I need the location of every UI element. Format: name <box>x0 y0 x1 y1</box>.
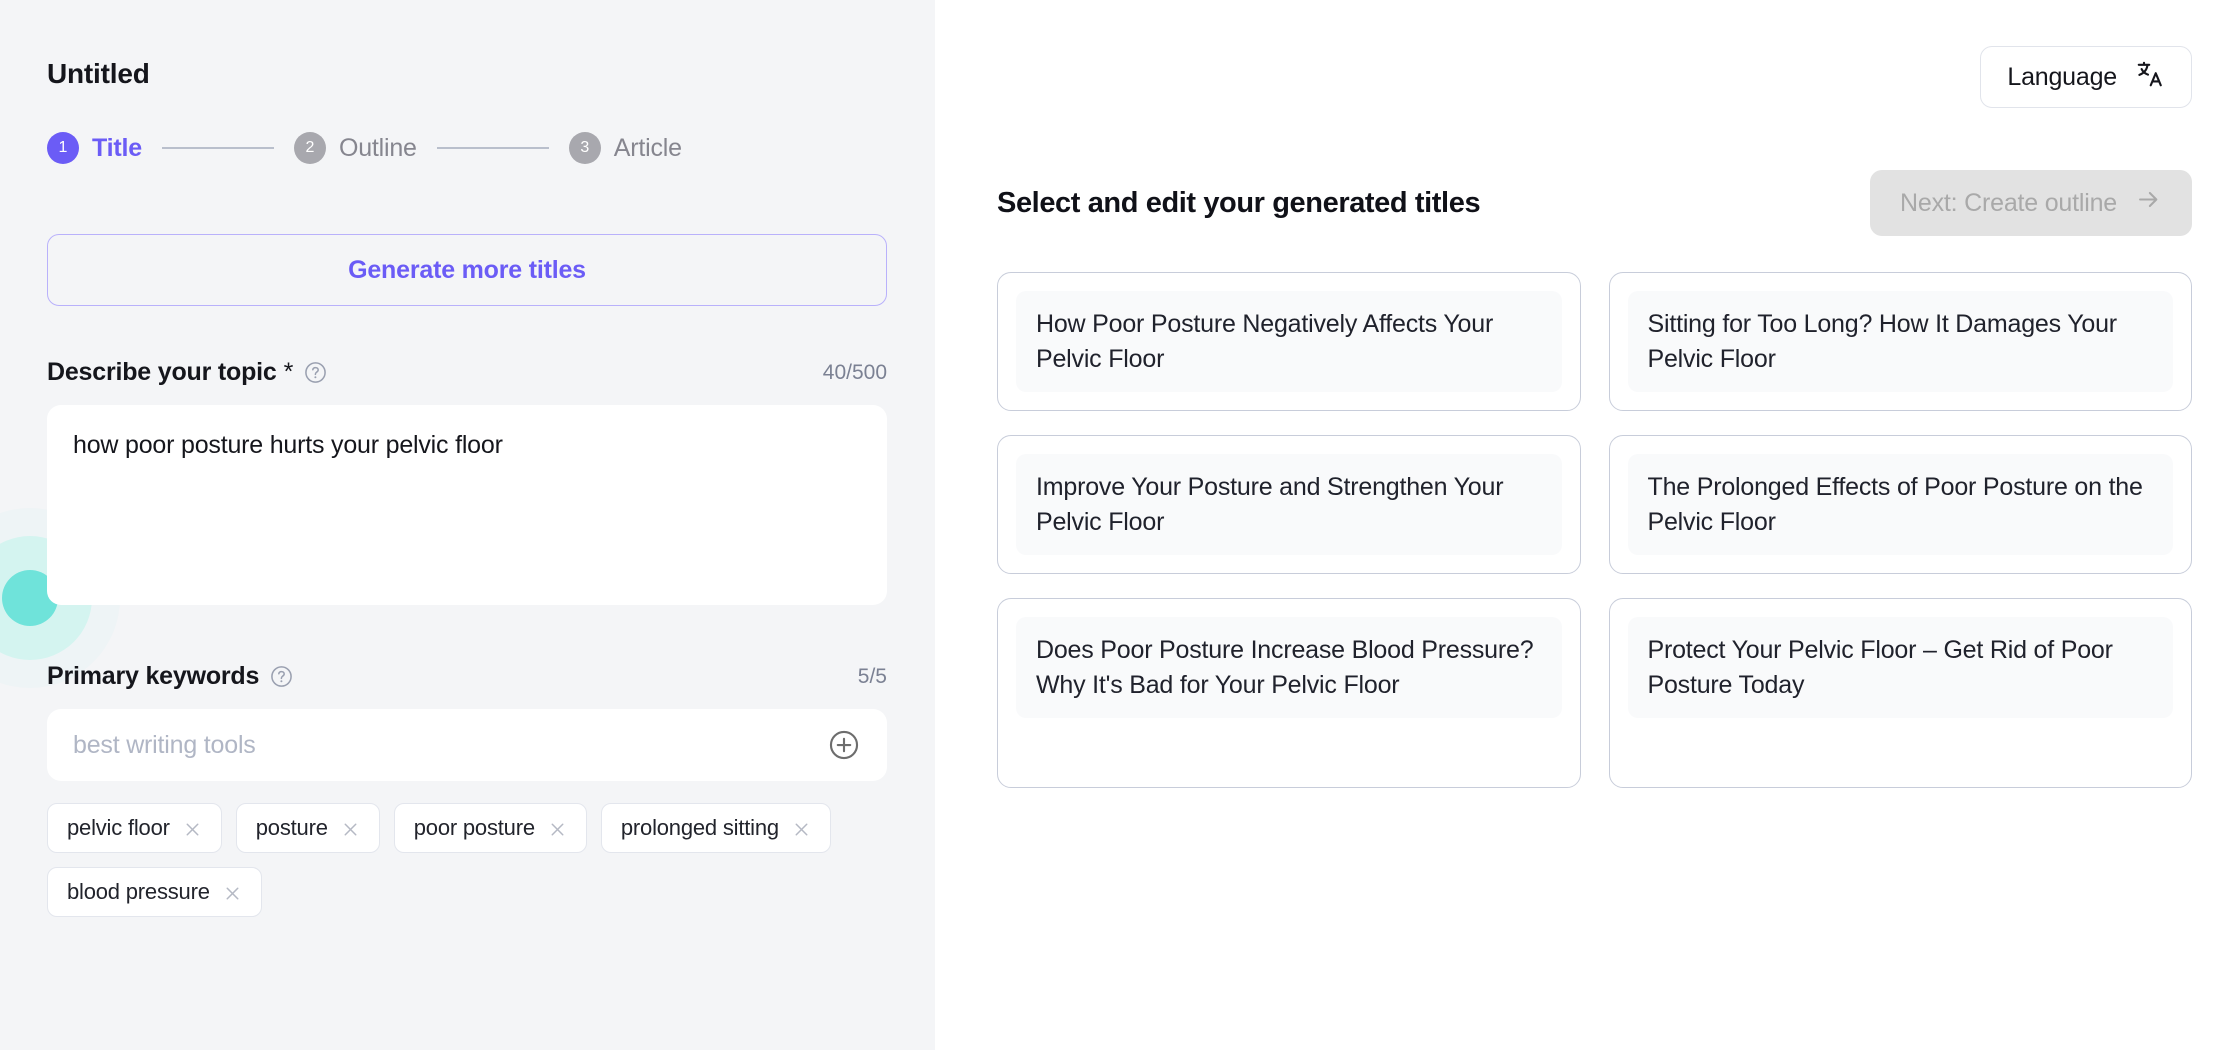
title-card-text: Sitting for Too Long? How It Damages You… <box>1627 291 2173 392</box>
title-card[interactable]: Does Poor Posture Increase Blood Pressur… <box>997 598 1581 788</box>
title-card-text: How Poor Posture Negatively Affects Your… <box>1016 291 1562 392</box>
keyword-chip-label: blood pressure <box>67 879 210 904</box>
help-circle-icon[interactable] <box>304 361 327 384</box>
keyword-chip-label: pelvic floor <box>67 815 170 840</box>
stepper-connector-2 <box>436 147 549 149</box>
stepper-step-title[interactable]: 1 Title <box>47 132 142 164</box>
translate-icon <box>2135 59 2165 96</box>
stepper-connector-1 <box>161 147 274 149</box>
keyword-chip-list: pelvic floor posture poor posture prolon… <box>47 803 907 917</box>
keyword-chip[interactable]: pelvic floor <box>47 803 222 853</box>
title-card[interactable]: Protect Your Pelvic Floor – Get Rid of P… <box>1608 598 2192 788</box>
generate-more-titles-button[interactable]: Generate more titles <box>47 234 887 306</box>
plus-circle-icon[interactable] <box>827 728 861 762</box>
keywords-counter: 5/5 <box>857 664 887 688</box>
stepper-step-1-number: 1 <box>47 132 79 164</box>
topic-field-header: Describe your topic * 40/500 <box>47 358 887 387</box>
page-title: Untitled <box>47 58 150 89</box>
keywords-field-header: Primary keywords 5/5 <box>47 662 887 691</box>
stepper-step-1-label: Title <box>92 133 142 162</box>
topic-label: Describe your topic <box>47 358 277 386</box>
title-card[interactable]: Improve Your Posture and Strengthen Your… <box>997 435 1581 574</box>
title-card[interactable]: How Poor Posture Negatively Affects Your… <box>997 272 1581 411</box>
stepper-step-3-label: Article <box>613 133 682 162</box>
language-button-label: Language <box>2007 62 2117 91</box>
keyword-chip[interactable]: blood pressure <box>47 867 262 917</box>
title-card-text: The Prolonged Effects of Poor Posture on… <box>1627 454 2173 555</box>
arrow-right-icon <box>2135 186 2162 220</box>
keyword-chip[interactable]: posture <box>235 803 380 853</box>
title-card-text: Improve Your Posture and Strengthen Your… <box>1016 454 1562 555</box>
close-icon[interactable] <box>792 819 811 838</box>
topic-required-mark: * <box>283 358 294 386</box>
close-icon[interactable] <box>223 883 242 902</box>
titles-header: Select and edit your generated titles Ne… <box>997 170 2192 236</box>
close-icon[interactable] <box>548 819 567 838</box>
keywords-label: Primary keywords <box>47 662 260 690</box>
language-toolbar: Language <box>997 0 2192 108</box>
title-card[interactable]: The Prolonged Effects of Poor Posture on… <box>1608 435 2192 574</box>
stepper-step-2-label: Outline <box>338 133 417 162</box>
keyword-chip-label: poor posture <box>413 815 535 840</box>
language-button[interactable]: Language <box>1980 46 2192 108</box>
keyword-chip[interactable]: poor posture <box>393 803 587 853</box>
stepper-step-3-number: 3 <box>568 132 601 164</box>
close-icon[interactable] <box>341 819 360 838</box>
close-icon[interactable] <box>183 819 202 838</box>
app-root: Untitled 1 Title 2 Outline 3 Article Gen… <box>0 0 2240 1050</box>
topic-character-counter: 40/500 <box>822 360 887 384</box>
stepper-step-2-number: 2 <box>293 132 326 164</box>
generated-titles-grid: How Poor Posture Negatively Affects Your… <box>997 272 2192 788</box>
next-create-outline-button[interactable]: Next: Create outline <box>1870 170 2192 236</box>
titles-heading: Select and edit your generated titles <box>997 186 1481 219</box>
title-card[interactable]: Sitting for Too Long? How It Damages You… <box>1608 272 2192 411</box>
keyword-chip[interactable]: prolonged sitting <box>600 803 831 853</box>
keyword-input-container <box>47 709 887 781</box>
title-card-text: Protect Your Pelvic Floor – Get Rid of P… <box>1627 617 2173 718</box>
stepper-step-outline[interactable]: 2 Outline <box>293 132 417 164</box>
next-button-label: Next: Create outline <box>1900 188 2117 217</box>
title-card-text: Does Poor Posture Increase Blood Pressur… <box>1016 617 1562 718</box>
sidebar-panel: Untitled 1 Title 2 Outline 3 Article Gen… <box>0 0 935 1050</box>
help-circle-icon[interactable] <box>270 665 293 688</box>
keyword-chip-label: posture <box>255 815 328 840</box>
main-panel: Language Select and edit your generated … <box>935 0 2240 1050</box>
stepper-step-article[interactable]: 3 Article <box>568 132 682 164</box>
keyword-input[interactable] <box>73 730 827 760</box>
topic-textarea[interactable] <box>47 405 887 605</box>
keyword-chip-label: prolonged sitting <box>620 815 779 840</box>
stepper: 1 Title 2 Outline 3 Article <box>47 132 888 164</box>
